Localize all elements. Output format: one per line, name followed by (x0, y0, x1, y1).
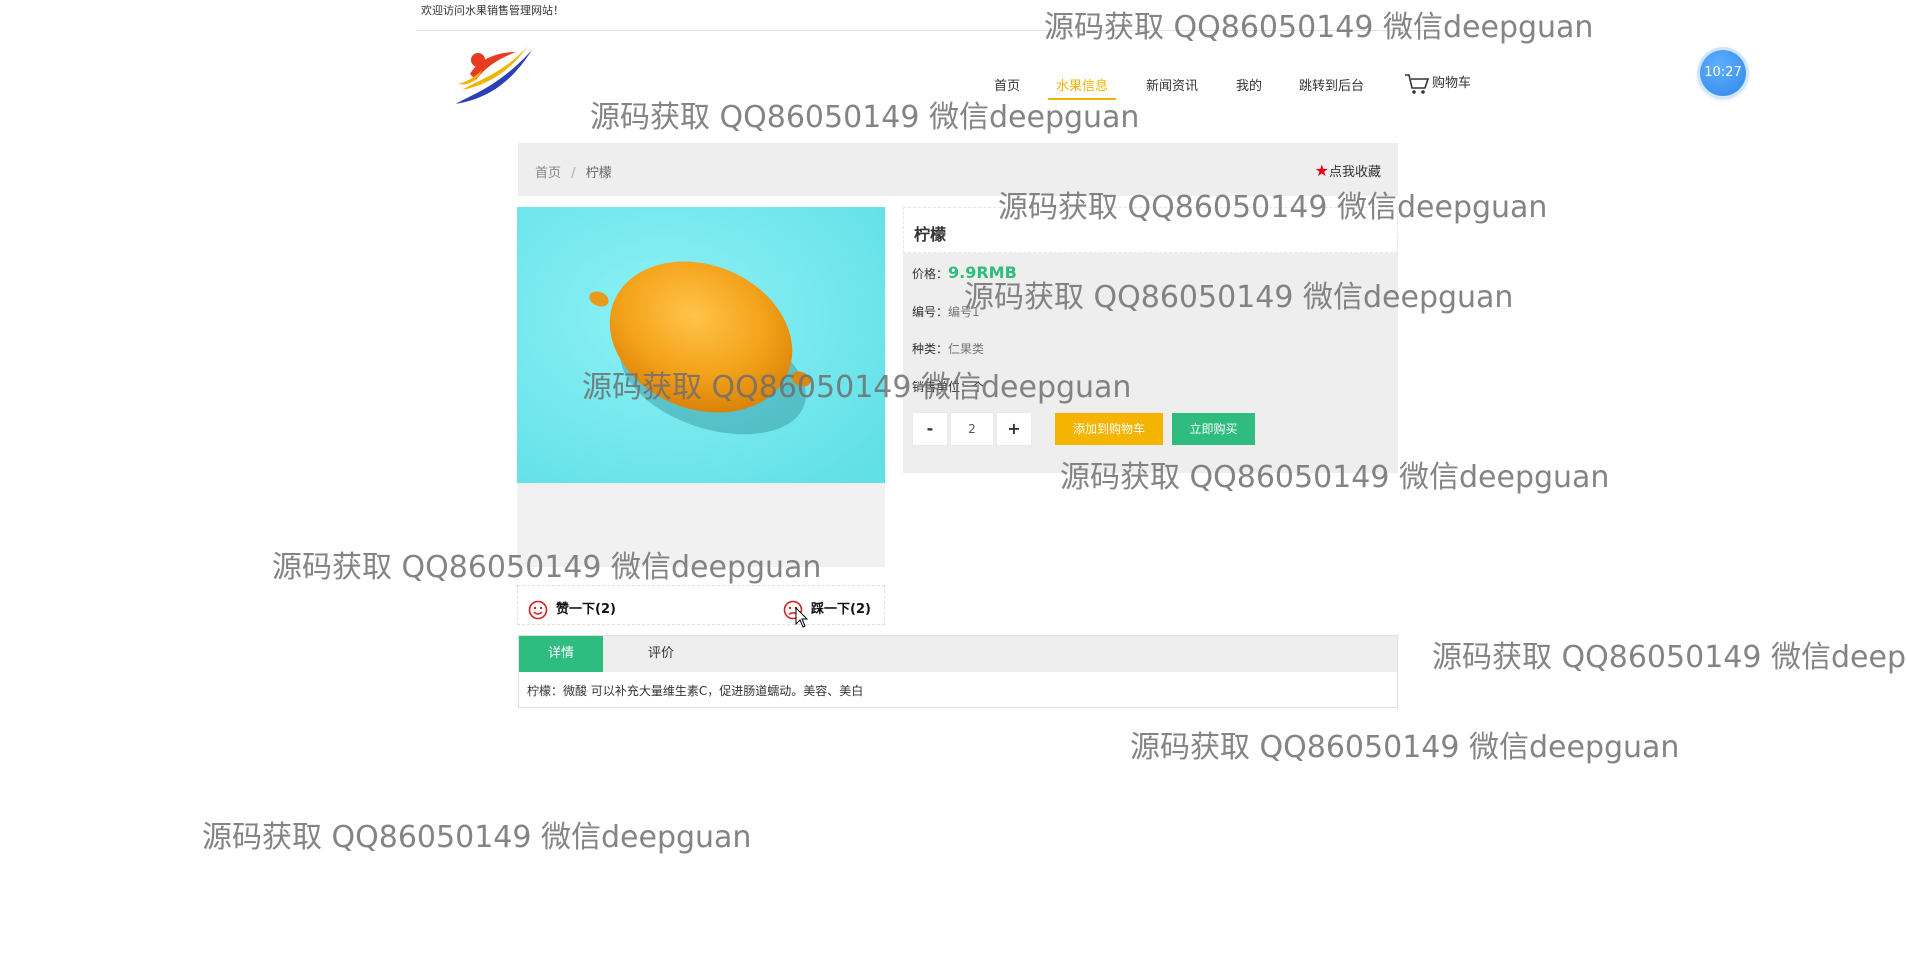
quantity-increase-button[interactable]: + (996, 412, 1032, 446)
breadcrumb-current: 柠檬 (585, 166, 612, 181)
star-icon: ★ (1314, 161, 1329, 180)
cart-link[interactable]: 购物车 (1404, 72, 1471, 95)
watermark-text: 源码获取 QQ86050149 微信deepguan (202, 820, 752, 855)
tab-header: 详情 评价 (519, 636, 1397, 672)
nav-admin[interactable]: 跳转到后台 (1299, 75, 1364, 94)
detail-tabs: 详情 评价 柠檬：微酸 可以补充大量维生素C，促进肠道蠕动。美容、美白 (518, 635, 1398, 708)
product-image-box (517, 207, 885, 567)
dislike-label: 踩一下(2) (811, 602, 871, 617)
breadcrumb-home[interactable]: 首页 (535, 166, 561, 181)
welcome-text: 欢迎访问水果销售管理网站！ (421, 4, 564, 17)
product-name: 柠檬 (914, 225, 947, 244)
price-label: 价格： (912, 267, 949, 281)
watermark-text: 源码获取 QQ86050149 微信deepguan (1130, 730, 1680, 765)
shopping-cart-icon (1405, 73, 1430, 94)
reaction-bar: 赞一下(2) 踩一下(2) (517, 585, 885, 625)
nav-fruit-info[interactable]: 水果信息 (1056, 75, 1108, 94)
price-row: 价格：9.9RMB (912, 263, 1017, 282)
smile-icon (528, 600, 548, 619)
favorite-button[interactable]: ★点我收藏 (1315, 161, 1381, 180)
add-to-cart-button[interactable]: 添加到购物车 (1055, 413, 1163, 445)
code-label: 编号： (912, 305, 949, 319)
breadcrumb: 首页 / 柠檬 (535, 162, 612, 181)
cart-label: 购物车 (1432, 76, 1472, 91)
breadcrumb-separator: / (571, 166, 576, 181)
tab-review[interactable]: 评价 (619, 636, 703, 672)
product-info-panel: 柠檬 价格：9.9RMB 编号：编号1 种类：仁果类 销售单位：个 - 2 + … (903, 207, 1398, 473)
breadcrumb-bar: 首页 / 柠檬 ★点我收藏 (518, 143, 1398, 196)
page: 欢迎访问水果销售管理网站！ 首页 水果信息 新闻资讯 我的 跳转到后台 购物车 … (0, 0, 1906, 954)
top-bar: 欢迎访问水果销售管理网站！ (416, 0, 1426, 31)
site-logo[interactable] (452, 44, 536, 110)
nav-home[interactable]: 首页 (994, 75, 1020, 94)
nav-news[interactable]: 新闻资讯 (1146, 75, 1198, 94)
category-label: 种类： (912, 342, 949, 356)
code-value: 编号1 (948, 305, 980, 319)
product-title-bar: 柠檬 (903, 207, 1398, 253)
mouse-cursor-icon (795, 607, 809, 628)
nav-mine[interactable]: 我的 (1236, 75, 1262, 94)
product-description: 柠檬：微酸 可以补充大量维生素C，促进肠道蠕动。美容、美白 (527, 684, 864, 698)
nav-active-underline (1048, 98, 1116, 100)
category-value: 仁果类 (948, 342, 985, 356)
quantity-decrease-button[interactable]: - (912, 412, 948, 446)
buy-now-button[interactable]: 立即购买 (1172, 413, 1255, 445)
lemon-photo (517, 207, 885, 483)
favorite-label: 点我收藏 (1328, 165, 1381, 180)
like-label: 赞一下(2) (556, 602, 616, 617)
price-value: 9.9RMB (948, 263, 1017, 282)
product-image (517, 207, 885, 483)
like-button[interactable]: 赞一下(2) (528, 598, 616, 620)
category-row: 种类：仁果类 (912, 340, 984, 357)
quantity-input[interactable]: 2 (950, 412, 994, 446)
watermark-text: 源码获取 QQ86050149 微信deepguan (1432, 640, 1906, 675)
clock-badge: 10:27 (1700, 50, 1746, 96)
tab-detail[interactable]: 详情 (519, 636, 603, 672)
code-row: 编号：编号1 (912, 303, 980, 320)
company-logo-icon (456, 46, 532, 104)
unit-row: 销售单位：个 (912, 380, 985, 394)
